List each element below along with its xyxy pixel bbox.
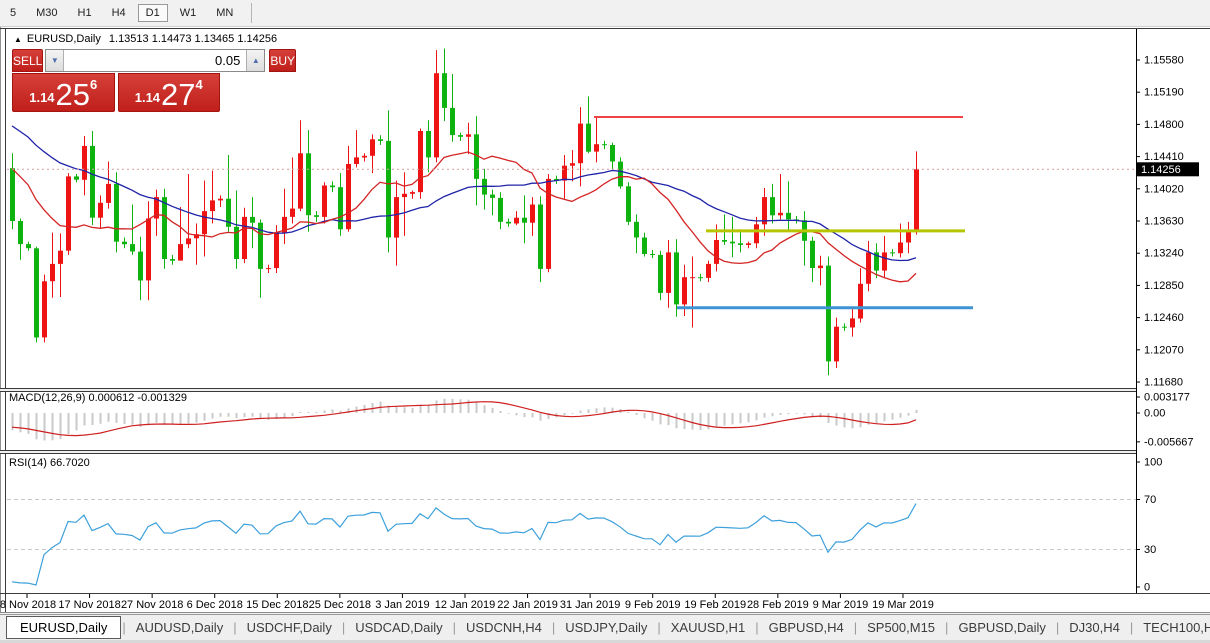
- chart-title: EURUSD,Daily: [27, 33, 101, 45]
- tab-divider: |: [945, 620, 948, 635]
- tab-eurusd-daily[interactable]: EURUSD,Daily: [6, 616, 121, 639]
- svg-text:1.14256: 1.14256: [1141, 164, 1181, 176]
- timeframe-toolbar: 5M30 H1H4D1W1MN: [0, 0, 1210, 27]
- tab-tech100-h1[interactable]: TECH100,H1: [1134, 617, 1210, 638]
- lot-size-input[interactable]: [64, 50, 246, 71]
- svg-text:1.12460: 1.12460: [1144, 312, 1184, 324]
- rsi-indicator-label: RSI(14) 66.7020: [9, 457, 90, 469]
- svg-text:1.14410: 1.14410: [1144, 151, 1184, 163]
- timeframe-button-m30[interactable]: M30: [28, 4, 65, 22]
- price-axis[interactable]: [1137, 29, 1210, 593]
- one-click-trade-panel: SELL ▼ ▲ BUY 1.14 25 6 1.14 27 4: [12, 49, 220, 112]
- buy-price-pipette: 4: [196, 78, 203, 91]
- tab-audusd-daily[interactable]: AUDUSD,Daily: [127, 617, 232, 638]
- svg-text:70: 70: [1144, 494, 1156, 506]
- tab-sp500-m15[interactable]: SP500,M15: [858, 617, 944, 638]
- tab-dj30-h4[interactable]: DJ30,H4: [1060, 617, 1129, 638]
- tab-divider: |: [657, 620, 660, 635]
- svg-text:17 Nov 2018: 17 Nov 2018: [58, 599, 120, 611]
- timeframe-button-h4[interactable]: H4: [104, 4, 134, 22]
- lot-decrease-button[interactable]: ▼: [46, 50, 64, 71]
- chevron-down-icon: ▼: [51, 56, 59, 65]
- svg-text:1.15190: 1.15190: [1144, 87, 1184, 99]
- svg-text:1.13240: 1.13240: [1144, 248, 1184, 260]
- tab-divider: |: [755, 620, 758, 635]
- buy-button[interactable]: BUY: [269, 49, 296, 72]
- svg-text:31 Jan 2019: 31 Jan 2019: [560, 599, 621, 611]
- tab-divider: |: [1130, 620, 1133, 635]
- tab-divider: |: [552, 620, 555, 635]
- tab-gbpusd-h4[interactable]: GBPUSD,H4: [760, 617, 853, 638]
- svg-text:19 Mar 2019: 19 Mar 2019: [872, 599, 934, 611]
- toolbar-separator: [251, 3, 252, 23]
- svg-text:0.003177: 0.003177: [1144, 392, 1190, 404]
- tab-xauusd-h1[interactable]: XAUUSD,H1: [662, 617, 754, 638]
- lot-size-spinner: ▼ ▲: [45, 49, 265, 72]
- timeframe-button-5[interactable]: 5: [2, 4, 24, 22]
- tab-divider: |: [1056, 620, 1059, 635]
- svg-text:0.00: 0.00: [1144, 408, 1165, 420]
- tab-usdjpy-daily[interactable]: USDJPY,Daily: [556, 617, 656, 638]
- svg-text:1.12850: 1.12850: [1144, 280, 1184, 292]
- buy-price-prefix: 1.14: [135, 91, 160, 104]
- svg-text:9 Feb 2019: 9 Feb 2019: [625, 599, 681, 611]
- svg-text:100: 100: [1144, 457, 1162, 469]
- chart-tabs-bar: EURUSD,Daily|AUDUSD,Daily|USDCHF,Daily|U…: [0, 614, 1210, 640]
- svg-text:-0.005667: -0.005667: [1144, 436, 1194, 448]
- svg-text:1.14020: 1.14020: [1144, 183, 1184, 195]
- svg-text:8 Nov 2018: 8 Nov 2018: [0, 599, 56, 611]
- tab-usdcad-daily[interactable]: USDCAD,Daily: [346, 617, 451, 638]
- svg-text:6 Dec 2018: 6 Dec 2018: [187, 599, 243, 611]
- buy-price-main: 27: [161, 81, 195, 108]
- svg-text:1.13630: 1.13630: [1144, 216, 1184, 228]
- sell-price-button[interactable]: 1.14 25 6: [12, 73, 115, 112]
- svg-text:1.11680: 1.11680: [1144, 377, 1183, 389]
- svg-text:25 Dec 2018: 25 Dec 2018: [309, 599, 371, 611]
- svg-text:19 Feb 2019: 19 Feb 2019: [684, 599, 746, 611]
- tab-divider: |: [453, 620, 456, 635]
- chart-symbol-header: ▲ EURUSD,Daily 1.13513 1.14473 1.13465 1.1…: [14, 33, 277, 45]
- chart-window[interactable]: 1.15580 1.15190 1.14800 1.14410 1.14020 1.136…: [0, 27, 1210, 613]
- tab-divider: |: [342, 620, 345, 635]
- timeframe-button-h1[interactable]: H1: [70, 4, 100, 22]
- sell-price-pipette: 6: [90, 78, 97, 91]
- chart-background: [0, 27, 1210, 613]
- timeframe-button-d1[interactable]: D1: [138, 4, 168, 22]
- tab-usdchf-daily[interactable]: USDCHF,Daily: [238, 617, 341, 638]
- sell-price-main: 25: [56, 81, 90, 108]
- svg-text:28 Feb 2019: 28 Feb 2019: [747, 599, 809, 611]
- svg-text:15 Dec 2018: 15 Dec 2018: [246, 599, 308, 611]
- lot-increase-button[interactable]: ▲: [246, 50, 264, 71]
- svg-text:1.15580: 1.15580: [1144, 55, 1184, 67]
- ohlc-values: 1.13513 1.14473 1.13465 1.14256: [109, 33, 277, 45]
- timeframe-button-w1[interactable]: W1: [172, 4, 205, 22]
- collapse-arrow-icon[interactable]: ▲: [14, 35, 22, 44]
- tab-divider: |: [122, 620, 125, 635]
- macd-indicator-label: MACD(12,26,9) 0.000612 -0.001329: [9, 392, 187, 404]
- svg-text:3 Jan 2019: 3 Jan 2019: [375, 599, 429, 611]
- svg-text:0: 0: [1144, 582, 1150, 594]
- svg-text:12 Jan 2019: 12 Jan 2019: [435, 599, 496, 611]
- timeframe-button-mn[interactable]: MN: [208, 4, 241, 22]
- tab-divider: |: [854, 620, 857, 635]
- chart-canvas[interactable]: 1.15580 1.15190 1.14800 1.14410 1.14020 1.136…: [0, 27, 1210, 613]
- svg-text:30: 30: [1144, 544, 1156, 556]
- sell-button[interactable]: SELL: [12, 49, 43, 72]
- tab-divider: |: [233, 620, 236, 635]
- svg-text:9 Mar 2019: 9 Mar 2019: [813, 599, 869, 611]
- tab-gbpusd-daily[interactable]: GBPUSD,Daily: [949, 617, 1054, 638]
- svg-text:22 Jan 2019: 22 Jan 2019: [497, 599, 558, 611]
- svg-text:1.12070: 1.12070: [1144, 344, 1184, 356]
- tab-usdcnh-h4[interactable]: USDCNH,H4: [457, 617, 551, 638]
- svg-text:1.14800: 1.14800: [1144, 119, 1184, 131]
- buy-price-button[interactable]: 1.14 27 4: [118, 73, 221, 112]
- svg-text:27 Nov 2018: 27 Nov 2018: [121, 599, 183, 611]
- sell-price-prefix: 1.14: [29, 91, 54, 104]
- chevron-up-icon: ▲: [252, 56, 260, 65]
